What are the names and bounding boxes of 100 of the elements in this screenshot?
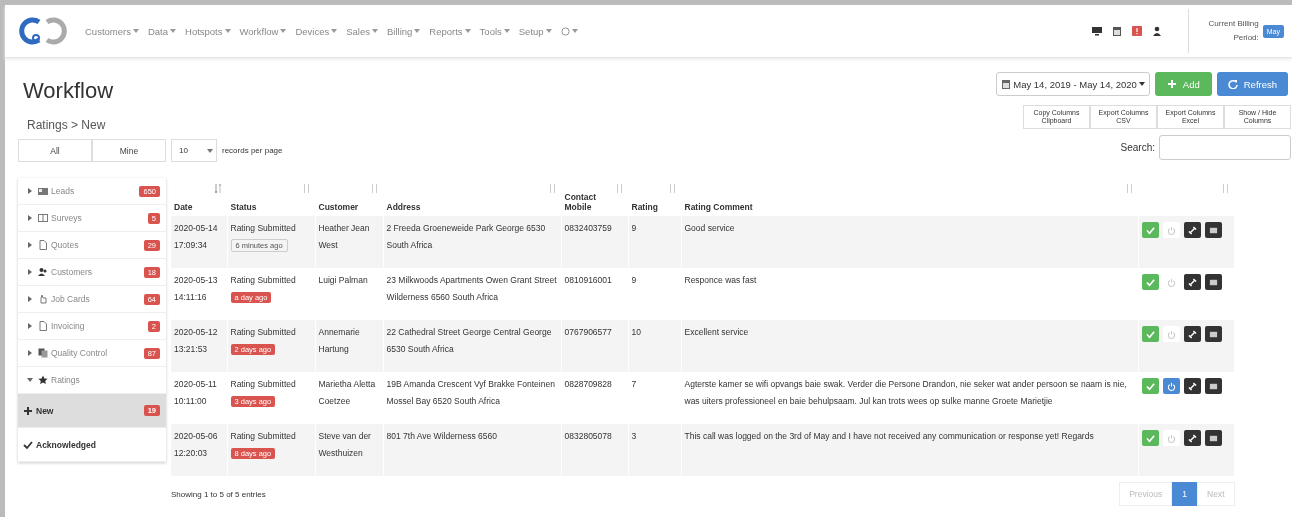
power-icon (1166, 329, 1176, 339)
document-icon (38, 321, 48, 331)
sort-icon (548, 184, 556, 193)
sidebar-item[interactable]: Ratings (18, 367, 166, 394)
sort-icon (370, 184, 378, 193)
power-icon (1166, 381, 1176, 391)
approve-button[interactable] (1141, 274, 1159, 290)
plus-icon (1166, 79, 1177, 89)
triangle-icon (27, 269, 33, 275)
check-icon (23, 439, 33, 450)
approve-button[interactable] (1141, 378, 1159, 394)
menu-item[interactable]: Devices (295, 25, 338, 37)
sort-icon (302, 184, 310, 193)
help-menu[interactable] (560, 25, 578, 37)
power-icon (1166, 225, 1176, 235)
caret-icon (503, 29, 510, 33)
approve-button[interactable] (1141, 430, 1159, 446)
check-icon (1145, 277, 1155, 287)
menu-item[interactable]: Billing (386, 25, 421, 37)
details-button[interactable] (1204, 430, 1222, 446)
status-text: Rating Submitted (230, 222, 297, 235)
list-icon (1208, 381, 1218, 391)
link-button[interactable] (1183, 326, 1201, 342)
details-button[interactable] (1204, 222, 1222, 238)
table-cell: Good service (681, 216, 1138, 268)
refresh-button[interactable]: Refresh (1216, 72, 1288, 96)
table-cell: 22 Cathedral Street George Central George 6530 South Africa (383, 320, 561, 372)
user-icon (1151, 26, 1162, 36)
sort-icon (1221, 184, 1229, 193)
table-cell: Heather Jean West (315, 216, 383, 268)
table-cell: 0832403759 (561, 216, 628, 268)
details-button[interactable] (1204, 378, 1222, 394)
sort-icon (615, 184, 623, 193)
table-cell: 0767906577 (561, 320, 628, 372)
power-toggle[interactable] (1162, 378, 1180, 394)
menu-item[interactable]: Hotspots (185, 25, 231, 37)
card-icon (38, 186, 48, 196)
power-icon (1166, 433, 1176, 443)
table-cell: This call was logged on the 3rd of May and I have not received any communication or response yet! Regards (681, 424, 1138, 476)
link-button[interactable] (1183, 378, 1201, 394)
menu-item[interactable]: Reports (429, 25, 471, 37)
table-cell: 2 Freeda Groeneweide Park George 6530 South Africa (383, 216, 561, 268)
menu-item[interactable]: Sales (346, 25, 378, 37)
book-icon (38, 213, 48, 223)
check-icon (1145, 225, 1155, 235)
table-cell: 0832805078 (561, 424, 628, 476)
billing-period-label: Current Billing Period: (1207, 18, 1259, 44)
menu-item[interactable]: Tools (479, 25, 510, 37)
approve-button[interactable] (1141, 326, 1159, 342)
link-icon (1187, 329, 1197, 339)
page-size-select[interactable]: 10 (171, 139, 217, 162)
menu-item[interactable]: Customers (85, 25, 139, 37)
power-toggle[interactable] (1162, 326, 1180, 342)
help-icon (560, 26, 570, 36)
caret-icon (132, 29, 139, 33)
search-label: Search: (1120, 142, 1155, 153)
page-button[interactable]: 1 (1172, 482, 1197, 506)
table-cell: 801 7th Ave Wilderness 6560 (383, 424, 561, 476)
link-button[interactable] (1183, 430, 1201, 446)
list-icon (1208, 277, 1218, 287)
caret-icon (571, 29, 578, 33)
link-button[interactable] (1183, 222, 1201, 238)
filter-button[interactable]: All (18, 139, 92, 162)
power-toggle[interactable] (1162, 430, 1180, 446)
caret-icon (545, 29, 552, 33)
check-icon (1145, 381, 1155, 391)
star-icon (38, 375, 48, 385)
link-icon (1187, 433, 1197, 443)
filter-button[interactable]: Mine (92, 139, 166, 162)
triangle-icon (27, 242, 33, 248)
menu-item[interactable]: Workflow (239, 25, 287, 37)
power-toggle[interactable] (1162, 222, 1180, 238)
hand-icon (38, 294, 48, 304)
caret-icon (207, 148, 213, 153)
date-range-button[interactable]: May 14, 2019 - May 14, 2020 (996, 72, 1150, 96)
caret-icon (170, 29, 176, 33)
caret-icon (464, 29, 471, 33)
details-button[interactable] (1204, 274, 1222, 290)
approve-button[interactable] (1141, 222, 1159, 238)
link-button[interactable] (1183, 274, 1201, 290)
menu-item[interactable]: Data (147, 25, 176, 37)
link-icon (1187, 225, 1197, 235)
triangle-icon (27, 215, 33, 221)
triangle-icon (27, 323, 33, 329)
sidebar-item[interactable]: Acknowledged (18, 428, 166, 462)
triangle-icon (27, 188, 33, 194)
sort-icon (214, 184, 222, 193)
plus-icon (23, 405, 33, 416)
table-cell: 10 (628, 320, 681, 372)
table-cell: Excellent service (681, 320, 1138, 372)
sort-icon (668, 184, 676, 193)
triangle-icon (27, 350, 33, 356)
triangle-icon (27, 377, 33, 383)
add-button[interactable]: Add (1154, 72, 1212, 96)
details-button[interactable] (1204, 326, 1222, 342)
table-cell: 2020-05-14 17:09:34 (171, 216, 227, 268)
breadcrumb: Ratings > New (27, 118, 107, 132)
menu-item[interactable]: Setup (518, 25, 552, 37)
list-icon (1208, 225, 1218, 235)
search-field[interactable] (1159, 135, 1291, 160)
